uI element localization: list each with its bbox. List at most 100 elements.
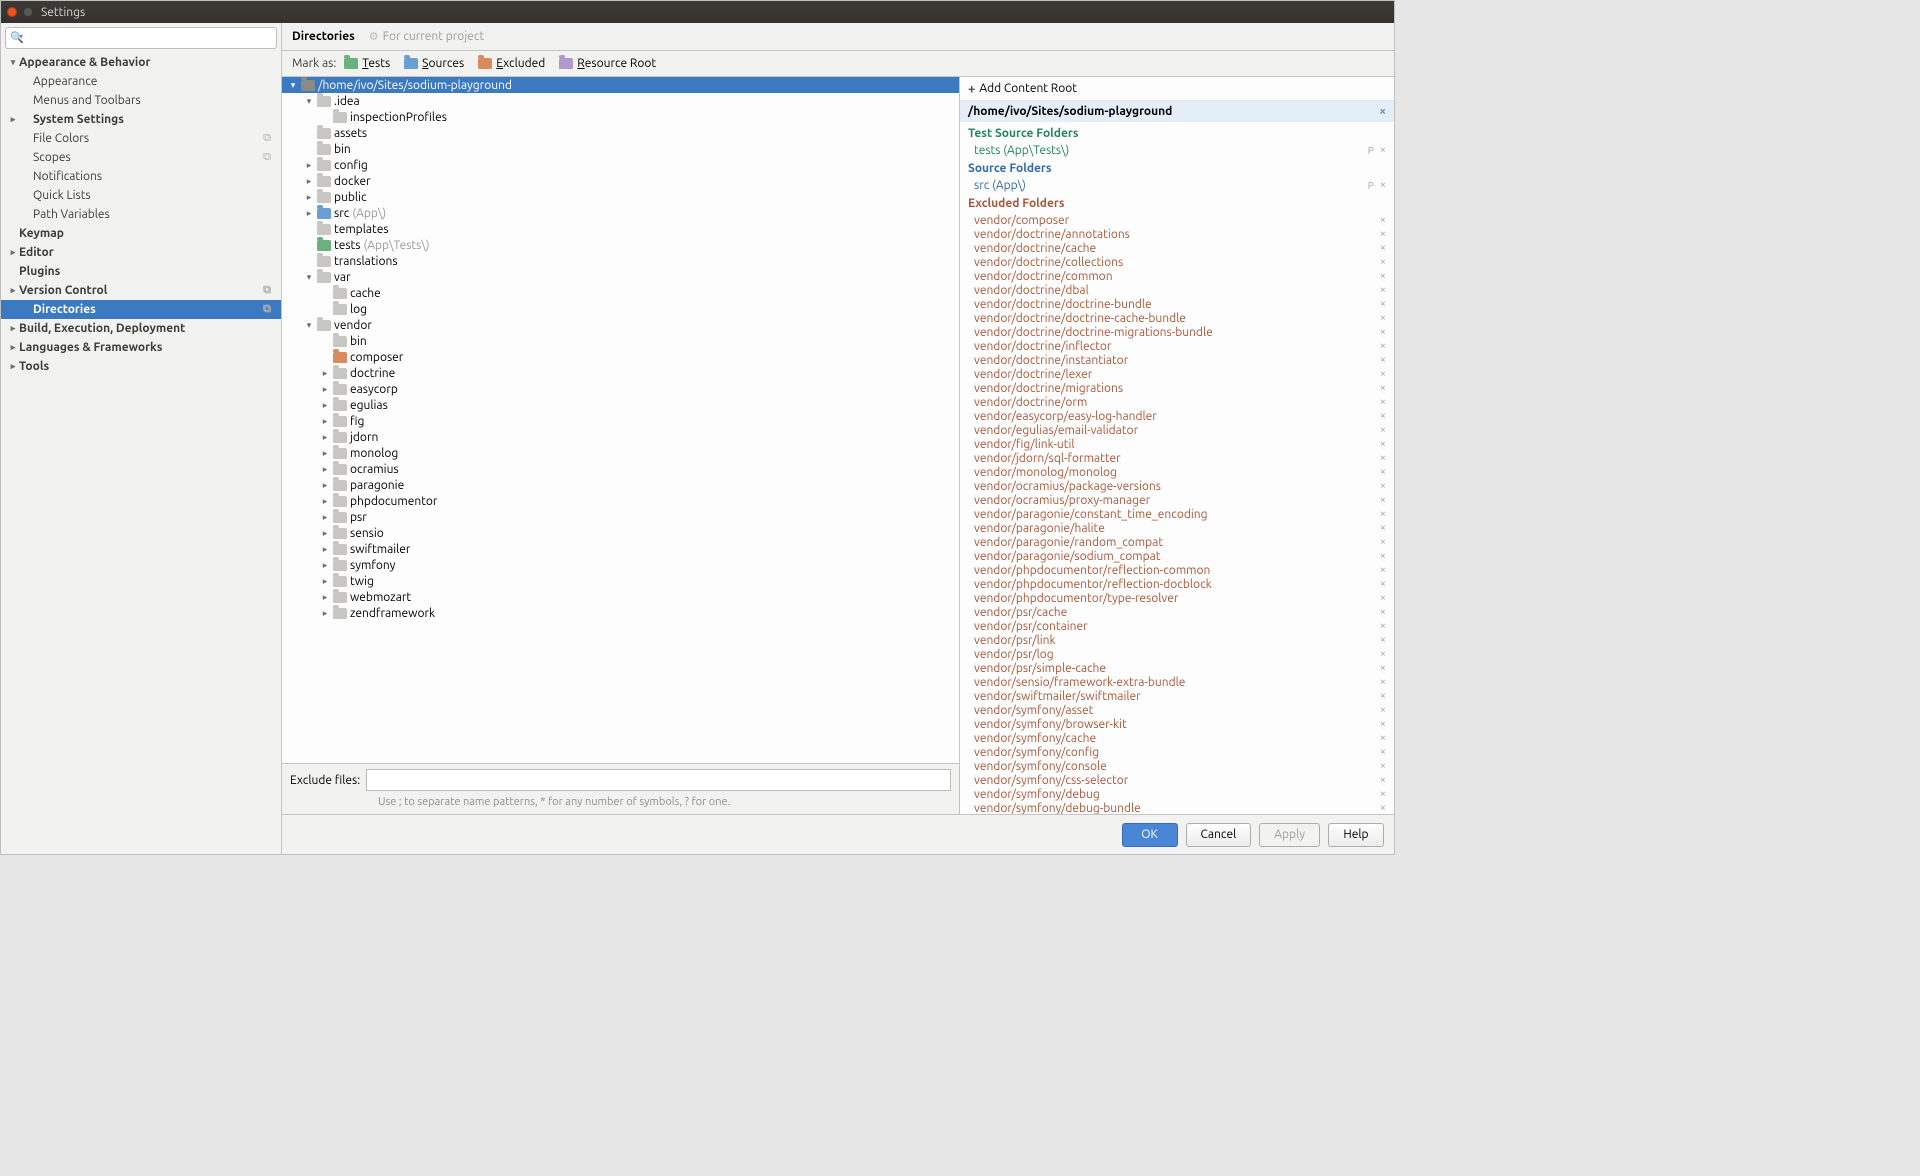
settings-nav-item[interactable]: Notifications <box>1 167 281 186</box>
folder-entry[interactable]: vendor/symfony/cache× <box>968 731 1386 745</box>
remove-icon[interactable]: × <box>1380 606 1386 618</box>
tree-row[interactable]: ▸phpdocumentor <box>282 493 959 509</box>
tree-toggle-icon[interactable]: ▾ <box>288 80 298 91</box>
tree-row[interactable]: ▸docker <box>282 173 959 189</box>
mark-as-sources[interactable]: Sources <box>404 57 464 70</box>
tree-row[interactable]: templates <box>282 221 959 237</box>
tree-toggle-icon[interactable]: ▸ <box>320 416 330 427</box>
remove-icon[interactable]: × <box>1380 690 1386 702</box>
remove-icon[interactable]: × <box>1380 522 1386 534</box>
exclude-files-input[interactable] <box>366 769 951 791</box>
folder-entry[interactable]: src (App\)P× <box>968 178 1386 192</box>
package-prefix-icon[interactable]: P <box>1368 145 1374 156</box>
folder-entry[interactable]: vendor/doctrine/inflector× <box>968 339 1386 353</box>
tree-toggle-icon[interactable]: ▸ <box>304 160 314 171</box>
remove-icon[interactable]: × <box>1380 592 1386 604</box>
tree-row[interactable]: ▸psr <box>282 509 959 525</box>
folder-entry[interactable]: vendor/doctrine/migrations× <box>968 381 1386 395</box>
tree-row[interactable]: ▸webmozart <box>282 589 959 605</box>
help-button[interactable]: Help <box>1328 823 1384 847</box>
tree-row[interactable]: composer <box>282 349 959 365</box>
tree-toggle-icon[interactable]: ▸ <box>320 512 330 523</box>
folder-entry[interactable]: vendor/symfony/browser-kit× <box>968 717 1386 731</box>
folder-entry[interactable]: vendor/symfony/debug× <box>968 787 1386 801</box>
remove-icon[interactable]: × <box>1380 648 1386 660</box>
tree-row[interactable]: ▸src (App\) <box>282 205 959 221</box>
remove-icon[interactable]: × <box>1380 340 1386 352</box>
tree-row[interactable]: ▸paragonie <box>282 477 959 493</box>
remove-icon[interactable]: × <box>1380 270 1386 282</box>
tree-row[interactable]: tests (App\Tests\) <box>282 237 959 253</box>
tree-toggle-icon[interactable]: ▸ <box>320 576 330 587</box>
folder-entry[interactable]: vendor/doctrine/doctrine-bundle× <box>968 297 1386 311</box>
apply-button[interactable]: Apply <box>1259 823 1320 847</box>
folder-entry[interactable]: vendor/jdorn/sql-formatter× <box>968 451 1386 465</box>
folder-entry[interactable]: vendor/fig/link-util× <box>968 437 1386 451</box>
folder-entry[interactable]: vendor/psr/cache× <box>968 605 1386 619</box>
cancel-button[interactable]: Cancel <box>1186 823 1252 847</box>
settings-nav-item[interactable]: Appearance <box>1 72 281 91</box>
folder-entry[interactable]: vendor/paragonie/halite× <box>968 521 1386 535</box>
settings-nav-item[interactable]: Quick Lists <box>1 186 281 205</box>
settings-nav-item[interactable]: ▸Version Control⧉ <box>1 281 281 300</box>
folder-entry[interactable]: vendor/doctrine/dbal× <box>968 283 1386 297</box>
remove-icon[interactable]: × <box>1380 466 1386 478</box>
settings-nav-item[interactable]: ▸Languages & Frameworks <box>1 338 281 357</box>
tree-row[interactable]: ▸symfony <box>282 557 959 573</box>
settings-nav-item[interactable]: Directories⧉ <box>1 300 281 319</box>
folder-entry[interactable]: vendor/paragonie/sodium_compat× <box>968 549 1386 563</box>
mark-as-tests[interactable]: Tests <box>344 57 390 70</box>
package-prefix-icon[interactable]: P <box>1368 180 1374 191</box>
tree-row[interactable]: ▾.idea <box>282 93 959 109</box>
tree-toggle-icon[interactable]: ▸ <box>304 192 314 203</box>
folder-entry[interactable]: vendor/psr/link× <box>968 633 1386 647</box>
close-icon[interactable] <box>7 7 17 17</box>
remove-icon[interactable]: × <box>1380 508 1386 520</box>
remove-icon[interactable]: × <box>1380 746 1386 758</box>
tree-row[interactable]: ▸monolog <box>282 445 959 461</box>
remove-icon[interactable]: × <box>1380 298 1386 310</box>
folder-entry[interactable]: vendor/monolog/monolog× <box>968 465 1386 479</box>
settings-nav-item[interactable]: Menus and Toolbars <box>1 91 281 110</box>
tree-toggle-icon[interactable]: ▸ <box>320 608 330 619</box>
remove-icon[interactable]: × <box>1380 760 1386 772</box>
remove-icon[interactable]: × <box>1380 536 1386 548</box>
tree-toggle-icon[interactable]: ▸ <box>320 464 330 475</box>
remove-icon[interactable]: × <box>1380 438 1386 450</box>
folder-entry[interactable]: vendor/phpdocumentor/reflection-docblock… <box>968 577 1386 591</box>
remove-icon[interactable]: × <box>1380 550 1386 562</box>
tree-row[interactable]: ▸fig <box>282 413 959 429</box>
settings-search-input[interactable] <box>5 27 277 49</box>
remove-icon[interactable]: × <box>1380 494 1386 506</box>
folder-entry[interactable]: vendor/symfony/console× <box>968 759 1386 773</box>
folder-entry[interactable]: vendor/psr/container× <box>968 619 1386 633</box>
folder-entry[interactable]: vendor/doctrine/doctrine-cache-bundle× <box>968 311 1386 325</box>
tree-toggle-icon[interactable]: ▸ <box>320 400 330 411</box>
remove-icon[interactable]: × <box>1380 242 1386 254</box>
tree-row[interactable]: cache <box>282 285 959 301</box>
folder-entry[interactable]: vendor/phpdocumentor/type-resolver× <box>968 591 1386 605</box>
mark-as-excluded[interactable]: Excluded <box>478 57 545 70</box>
tree-row[interactable]: assets <box>282 125 959 141</box>
folder-entry[interactable]: vendor/doctrine/cache× <box>968 241 1386 255</box>
settings-nav-item[interactable]: ▾Appearance & Behavior <box>1 53 281 72</box>
tree-row[interactable]: translations <box>282 253 959 269</box>
tree-row[interactable]: ▾/home/ivo/Sites/sodium-playground <box>282 77 959 93</box>
tree-row[interactable]: ▾var <box>282 269 959 285</box>
settings-nav-item[interactable]: ▸Editor <box>1 243 281 262</box>
folder-entry[interactable]: vendor/doctrine/orm× <box>968 395 1386 409</box>
tree-toggle-icon[interactable]: ▸ <box>320 384 330 395</box>
remove-icon[interactable]: × <box>1380 368 1386 380</box>
tree-toggle-icon[interactable]: ▸ <box>320 592 330 603</box>
remove-icon[interactable]: × <box>1380 634 1386 646</box>
folder-entry[interactable]: vendor/doctrine/collections× <box>968 255 1386 269</box>
remove-icon[interactable]: × <box>1380 620 1386 632</box>
settings-nav-item[interactable]: ▸Build, Execution, Deployment <box>1 319 281 338</box>
remove-icon[interactable]: × <box>1380 228 1386 240</box>
remove-icon[interactable]: × <box>1380 788 1386 800</box>
remove-icon[interactable]: × <box>1380 662 1386 674</box>
tree-toggle-icon[interactable]: ▸ <box>304 208 314 219</box>
tree-row[interactable]: log <box>282 301 959 317</box>
folder-entry[interactable]: vendor/swiftmailer/swiftmailer× <box>968 689 1386 703</box>
tree-row[interactable]: inspectionProfiles <box>282 109 959 125</box>
